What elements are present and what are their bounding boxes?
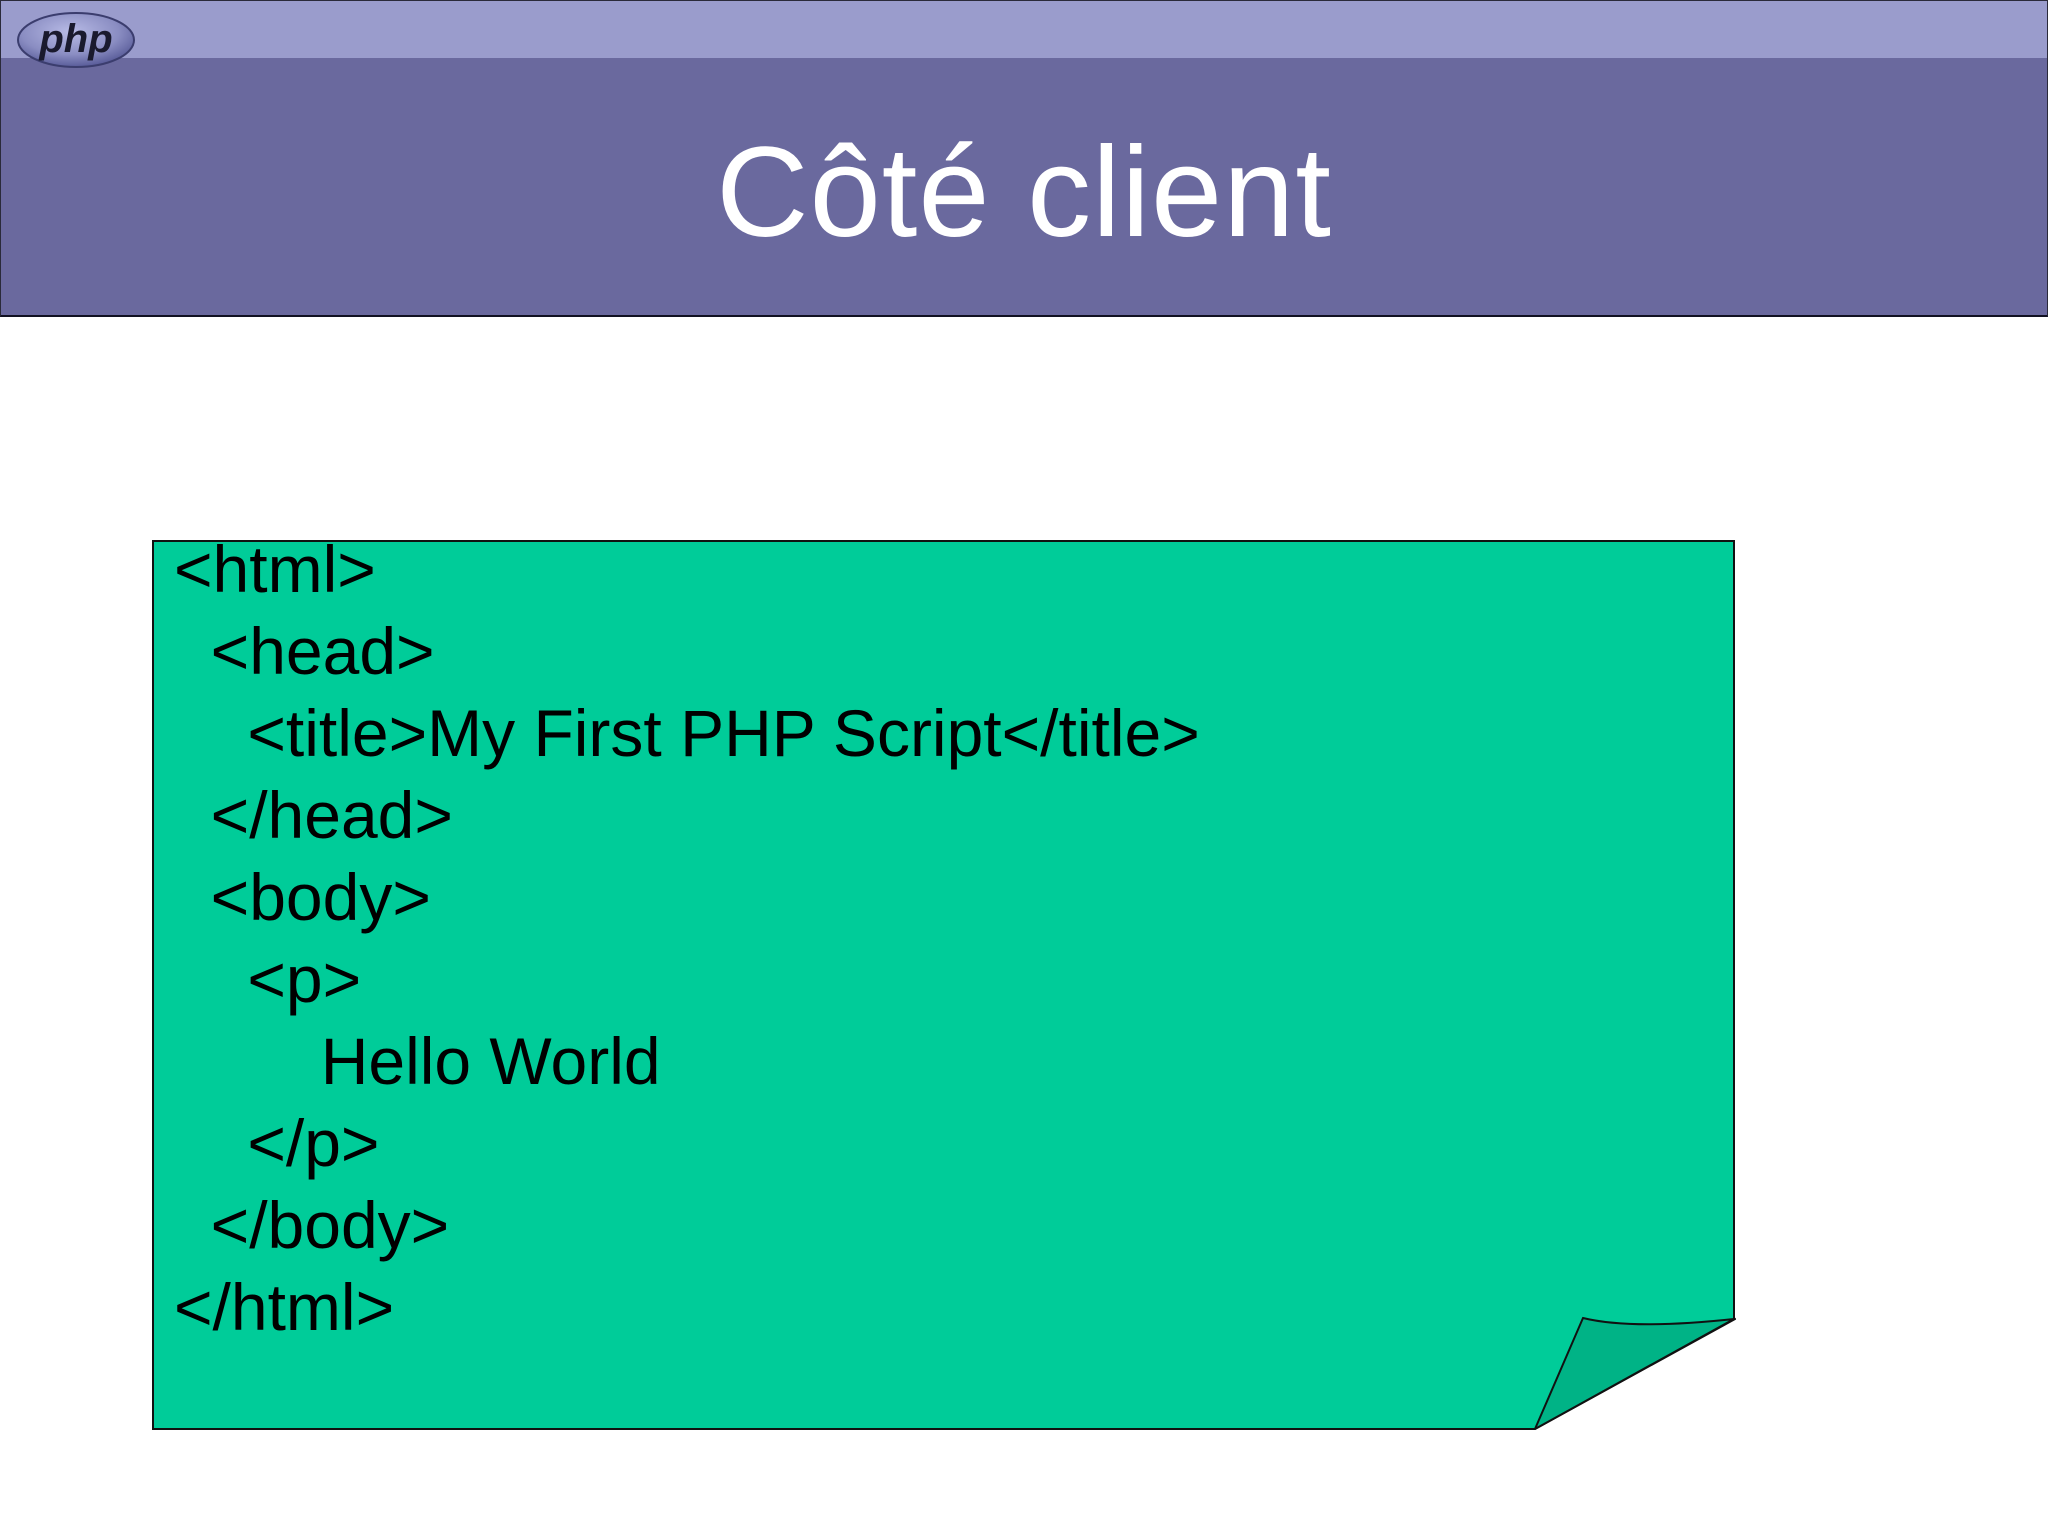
- code-line: </head>: [174, 778, 453, 852]
- php-logo-text: php: [38, 17, 112, 61]
- code-line: <html>: [174, 532, 376, 606]
- code-line: <p>: [174, 942, 362, 1016]
- code-line: </p>: [174, 1106, 380, 1180]
- code-line: <body>: [174, 860, 431, 934]
- code-line: <title>My First PHP Script</title>: [174, 696, 1200, 770]
- code-line: </body>: [174, 1188, 450, 1262]
- code-line: Hello World: [174, 1024, 661, 1098]
- code-line: </html>: [174, 1270, 395, 1344]
- slide-title: Côté client: [716, 121, 1332, 264]
- slide: php Côté client <html> <head> <title>My …: [0, 0, 2048, 1536]
- php-logo: php: [17, 12, 135, 68]
- code-line: <head>: [174, 614, 435, 688]
- top-band: [0, 0, 2048, 60]
- code-block: <html> <head> <title>My First PHP Script…: [174, 528, 1200, 1348]
